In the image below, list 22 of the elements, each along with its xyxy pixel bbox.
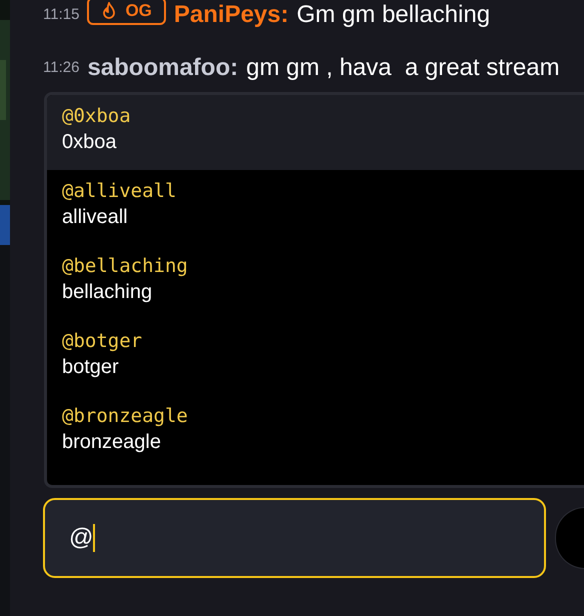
mention-name: botger xyxy=(62,355,120,380)
username[interactable]: saboomafoo: xyxy=(87,54,238,81)
text-cursor xyxy=(93,524,96,552)
chat-input[interactable]: @ xyxy=(43,498,546,578)
mention-handle: @alliveall xyxy=(62,179,178,204)
mention-name: alliveall xyxy=(62,205,129,230)
badge-label: OG xyxy=(125,0,152,22)
mention-handle: @0xboa xyxy=(62,104,132,129)
mention-name: bellaching xyxy=(62,280,154,305)
message-time: 11:15 xyxy=(43,6,80,23)
mention-handle: @bronzeagle xyxy=(62,404,189,429)
input-value: @ xyxy=(69,523,94,553)
username[interactable]: PaniPeys: xyxy=(174,1,289,28)
mention-suggestion[interactable]: @0xboa 0xboa xyxy=(47,95,584,170)
flame-icon xyxy=(101,2,118,20)
mention-name: 0xboa xyxy=(62,130,118,155)
mention-handle: @bellaching xyxy=(62,254,189,279)
mention-name: bronzeagle xyxy=(62,430,162,455)
message-text: Gm gm bellaching xyxy=(296,1,490,28)
message-text: gm gm , hava a great stream xyxy=(246,54,560,81)
mention-handle: @botger xyxy=(62,329,144,354)
message-time: 11:26 xyxy=(43,59,80,76)
